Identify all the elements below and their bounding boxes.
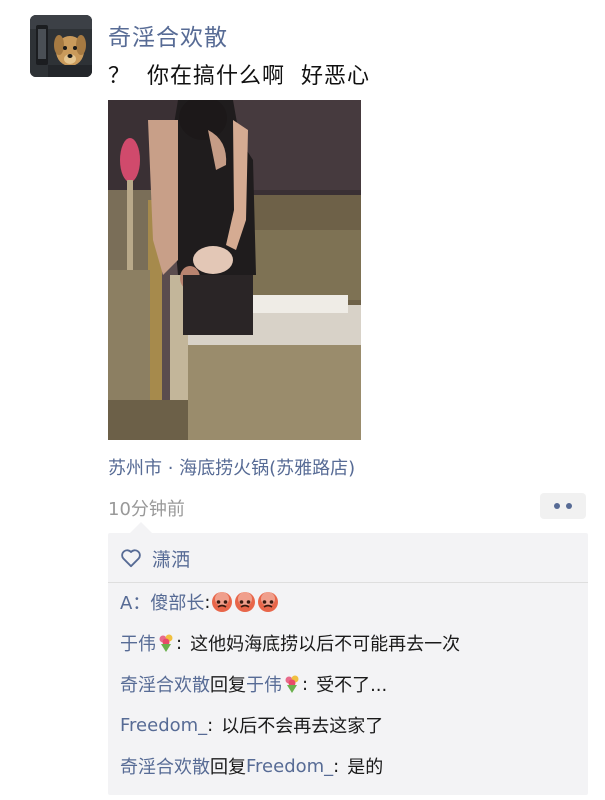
more-actions-button[interactable] (540, 493, 586, 519)
comment-item[interactable]: 奇淫合欢散 回复 于伟 : 受不了... (120, 671, 387, 697)
reply-label: 回复 (210, 757, 246, 778)
post-timestamp: 10分钟前 (108, 499, 185, 520)
like-user-name[interactable]: 潇洒 (152, 545, 190, 572)
likes-row: 潇洒 (120, 543, 190, 573)
comment-text: 这他妈海底捞以后不可能再去一次 (190, 634, 461, 655)
comment-separator: : (333, 755, 340, 777)
bouquet-emoji-icon (285, 675, 299, 693)
divider (108, 582, 588, 583)
comment-separator: : (204, 591, 211, 613)
dog-avatar-image (30, 15, 92, 77)
comment-author[interactable]: 于伟 (120, 630, 156, 656)
post-photo[interactable] (108, 100, 361, 440)
comment-author[interactable]: 奇淫合欢散 (120, 753, 210, 779)
comment-author[interactable]: 奇淫合欢散 (120, 671, 210, 697)
comment-item[interactable]: 奇淫合欢散 回复 Freedom_ : 是的 (120, 753, 383, 779)
comment-item[interactable]: A：傻部长 : (120, 589, 279, 615)
comment-item[interactable]: Freedom_ : 以后不会再去这家了 (120, 712, 383, 738)
avatar[interactable] (30, 15, 92, 77)
bouquet-emoji-icon (159, 634, 173, 652)
angry-face-emoji-icon (258, 592, 279, 612)
post-author-name[interactable]: 奇淫合欢散 (108, 18, 228, 52)
more-dot-icon (566, 503, 572, 509)
comment-item[interactable]: 于伟 : 这他妈海底捞以后不可能再去一次 (120, 630, 460, 656)
angry-face-emoji-icon (212, 592, 233, 612)
comment-text: 是的 (347, 757, 384, 778)
post-text: ？ 你在搞什么啊 好恶心 (108, 64, 370, 89)
comment-separator: : (207, 714, 214, 736)
reply-label: 回复 (210, 675, 246, 696)
more-dot-icon (554, 503, 560, 509)
comment-author[interactable]: Freedom_ (120, 715, 207, 736)
reply-target[interactable]: Freedom_ (246, 756, 333, 777)
comment-separator: : (302, 673, 309, 695)
comment-text: 受不了... (316, 675, 388, 696)
comments-panel: 潇洒 A：傻部长 : 于伟 : 这他妈海底捞以后不可能再去一次 奇淫合欢散 回复… (108, 522, 588, 795)
angry-face-emoji-icon (235, 592, 256, 612)
comment-author[interactable]: A：傻部长 (120, 589, 204, 615)
post-location-link[interactable]: 苏州市 · 海底捞火锅(苏雅路店) (108, 454, 355, 480)
comment-separator: : (176, 632, 183, 654)
reply-target[interactable]: 于伟 (246, 671, 282, 697)
restaurant-photo-image (108, 100, 361, 440)
heart-icon (121, 549, 141, 568)
comment-text: 以后不会再去这家了 (221, 716, 384, 737)
